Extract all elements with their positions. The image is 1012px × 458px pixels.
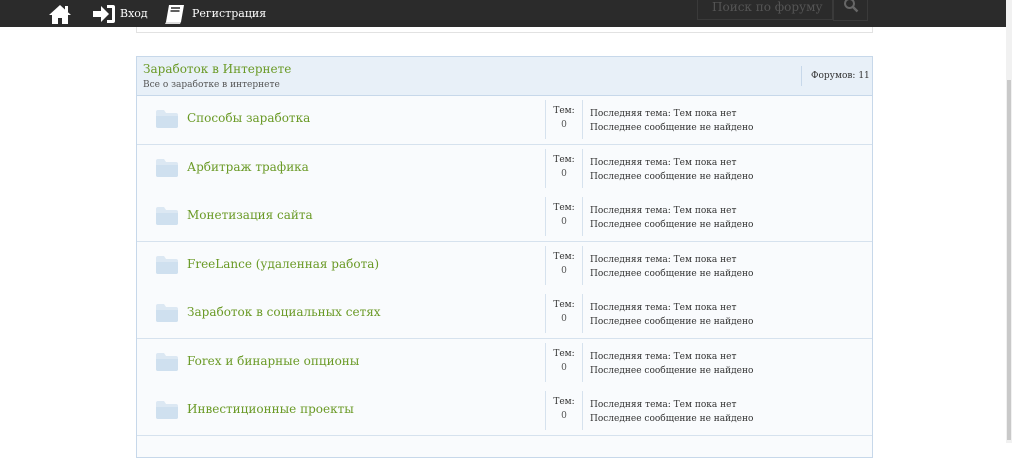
- last-topic-text: Последняя тема: Тем пока нет: [590, 206, 737, 216]
- folder-icon: [155, 255, 179, 279]
- last-post-info: Последняя тема: Тем пока нет Последнее со…: [590, 301, 753, 329]
- last-post-info: Последняя тема: Тем пока нет Последнее со…: [590, 204, 753, 232]
- last-message-text: Последнее сообщение не найдено: [590, 171, 754, 182]
- search-input[interactable]: Поиск по форуму: [697, 0, 833, 20]
- topics-stat: Тем: 0: [545, 197, 583, 236]
- forum-row: Монетизация сайта Тем: 0 Последняя тема: Те…: [137, 193, 872, 242]
- folder-icon: [155, 303, 179, 327]
- topics-label: Тем:: [553, 251, 575, 262]
- folder-icon: [155, 158, 179, 182]
- forum-row: Forex и бинарные опционы Тем: 0 Последняя т…: [137, 338, 872, 388]
- previous-block-bottom: [136, 27, 873, 33]
- topics-count: 0: [561, 314, 567, 324]
- last-topic-text: Последняя тема: Тем пока нет: [590, 254, 737, 265]
- category-description: Все о заработке в интернете: [143, 80, 280, 90]
- topics-count: 0: [561, 265, 567, 276]
- folder-icon: [155, 109, 179, 133]
- sign-in-icon: [92, 3, 116, 25]
- last-message-text: Последнее сообщение не найдено: [590, 365, 754, 376]
- last-message-text: Последнее сообщение не найдено: [590, 268, 754, 279]
- topics-count: 0: [561, 168, 567, 179]
- topics-label: Тем:: [553, 203, 575, 213]
- last-message-text: Последнее сообщение не найдено: [590, 123, 754, 133]
- last-post-info: Последняя тема: Тем пока нет Последнее со…: [590, 107, 753, 135]
- last-topic-text: Последняя тема: Тем пока нет: [590, 400, 737, 410]
- topics-stat: Тем: 0: [545, 294, 583, 333]
- forum-title-link[interactable]: Арбитраж трафика: [187, 160, 309, 174]
- topics-count: 0: [561, 120, 567, 130]
- folder-icon: [155, 352, 179, 376]
- topics-stat: Тем: 0: [545, 245, 583, 285]
- forum-row: Способы заработка Тем: 0 Последняя тема: Те…: [137, 96, 872, 145]
- topics-label: Тем:: [553, 154, 575, 165]
- book-icon: [163, 3, 187, 25]
- topics-count: 0: [561, 411, 567, 421]
- forum-title-link[interactable]: Заработок в социальных сетях: [187, 305, 381, 319]
- top-navbar: Вход Регистрация Поиск по форуму: [0, 0, 1006, 27]
- folder-icon: [155, 206, 179, 230]
- register-link[interactable]: Регистрация: [163, 0, 266, 27]
- topics-label: Тем:: [553, 397, 575, 407]
- search-icon: [843, 0, 859, 17]
- forum-category: Заработок в Интернете Все о заработке в …: [136, 56, 873, 458]
- forum-row: Арбитраж трафика Тем: 0 Последняя тема: Тем…: [137, 144, 872, 194]
- topics-label: Тем:: [553, 106, 575, 116]
- topics-stat: Тем: 0: [545, 391, 583, 430]
- last-post-info: Последняя тема: Тем пока нет Последнее со…: [590, 350, 753, 378]
- register-label: Регистрация: [192, 7, 267, 20]
- forums-count: Форумов: 11: [801, 66, 870, 86]
- last-topic-text: Последняя тема: Тем пока нет: [590, 109, 737, 119]
- login-link[interactable]: Вход: [92, 0, 148, 27]
- topics-count: 0: [561, 217, 567, 227]
- forum-row: Инвестиционные проекты Тем: 0 Последняя тем…: [137, 387, 872, 436]
- topics-count: 0: [561, 362, 567, 373]
- last-message-text: Последнее сообщение не найдено: [590, 220, 754, 230]
- topics-stat: Тем: 0: [545, 100, 583, 139]
- last-message-text: Последнее сообщение не найдено: [590, 317, 754, 327]
- search-button[interactable]: [833, 0, 868, 21]
- topics-label: Тем:: [553, 348, 575, 359]
- home-icon: [48, 3, 72, 25]
- login-label: Вход: [120, 7, 148, 20]
- topics-stat: Тем: 0: [545, 148, 583, 188]
- forum-title-link[interactable]: FreeLance (удаленная работа): [187, 257, 379, 271]
- last-post-info: Последняя тема: Тем пока нет Последнее со…: [590, 156, 753, 184]
- forum-title-link[interactable]: Forex и бинарные опционы: [187, 354, 359, 368]
- last-post-info: Последняя тема: Тем пока нет Последнее со…: [590, 398, 753, 426]
- forum-title-link[interactable]: Способы заработка: [187, 111, 310, 125]
- forum-row: Заработок в социальных сетях Тем: 0 Последн…: [137, 290, 872, 339]
- home-button[interactable]: [48, 0, 72, 27]
- category-title[interactable]: Заработок в Интернете: [143, 62, 291, 76]
- forum-title-link[interactable]: Монетизация сайта: [187, 208, 313, 222]
- category-header: Заработок в Интернете Все о заработке в …: [137, 57, 872, 96]
- last-topic-text: Последняя тема: Тем пока нет: [590, 157, 737, 168]
- topics-label: Тем:: [553, 300, 575, 310]
- forum-title-link[interactable]: Инвестиционные проекты: [187, 402, 354, 416]
- last-topic-text: Последняя тема: Тем пока нет: [590, 303, 737, 313]
- forum-row: FreeLance (удаленная работа) Тем: 0 Последн…: [137, 241, 872, 291]
- scrollbar-thumb[interactable]: [1007, 80, 1011, 440]
- last-topic-text: Последняя тема: Тем пока нет: [590, 351, 737, 362]
- last-post-info: Последняя тема: Тем пока нет Последнее со…: [590, 253, 753, 281]
- last-message-text: Последнее сообщение не найдено: [590, 414, 754, 424]
- folder-icon: [155, 400, 179, 424]
- topics-stat: Тем: 0: [545, 342, 583, 382]
